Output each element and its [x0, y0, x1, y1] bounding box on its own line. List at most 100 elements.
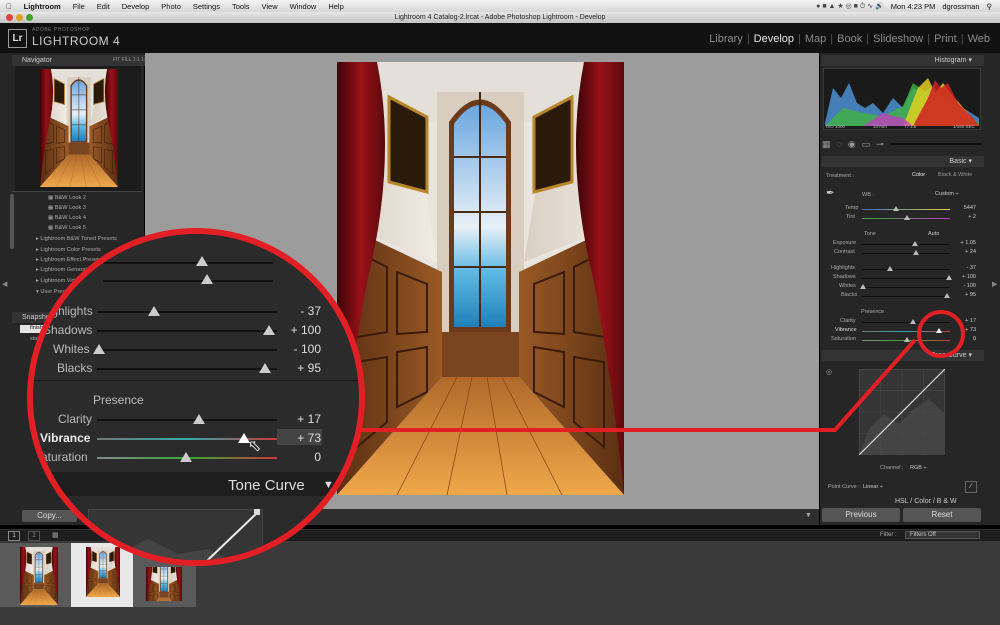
preset-folder[interactable]: ▸ Lightroom Effect Presets [36, 257, 102, 263]
channel-select[interactable]: RGB ÷ [910, 465, 926, 471]
grid-view-icon[interactable]: ▦ [52, 531, 59, 539]
filmstrip-thumb-3[interactable] [146, 567, 182, 601]
wb-select[interactable]: Custom ÷ [935, 191, 959, 197]
histogram-header[interactable]: Histogram ▾ [822, 55, 984, 66]
copy-button[interactable]: Copy... [22, 510, 77, 522]
menu-develop[interactable]: Develop [116, 2, 156, 11]
menu-edit[interactable]: Edit [91, 2, 116, 11]
saturation-value[interactable]: 0 [973, 336, 976, 342]
preset-folder[interactable]: ▸ Lightroom Color Presets [36, 247, 101, 253]
menu-window[interactable]: Window [284, 2, 323, 11]
spot-removal-icon[interactable]: ◌ [837, 139, 842, 149]
filter-select[interactable]: Filters Off [905, 531, 980, 539]
exposure-value[interactable]: + 1.05 [961, 240, 976, 246]
user-name[interactable]: dgrossman [942, 2, 979, 11]
red-eye-icon[interactable]: ◉ [848, 139, 856, 150]
highlights-slider-thumb[interactable] [887, 266, 893, 271]
page1-button[interactable]: 1 [8, 531, 20, 541]
treatment-color[interactable]: Color [912, 172, 925, 178]
module-develop[interactable]: Develop [750, 33, 798, 45]
module-print[interactable]: Print [930, 33, 961, 45]
nav-fit[interactable]: FIT [113, 57, 120, 63]
basic-header[interactable]: Basic ▾ [822, 156, 984, 167]
apple-menu-icon[interactable]:  [0, 2, 18, 11]
preset-folder[interactable]: ▸ Lightroom B&W Toned Presets [36, 236, 117, 242]
page2-button[interactable]: 2 [28, 531, 40, 541]
module-slideshow[interactable]: Slideshow [869, 33, 927, 45]
clarity-value[interactable]: + 17 [965, 318, 976, 324]
main-photo[interactable] [337, 62, 624, 495]
tint-value[interactable]: + 2 [968, 214, 976, 220]
whites-slider-thumb[interactable] [860, 284, 866, 289]
search-icon[interactable]: ⚲ [987, 2, 993, 11]
blacks-slider-track[interactable] [862, 296, 950, 297]
module-book[interactable]: Book [833, 33, 866, 45]
shadows-value[interactable]: + 100 [962, 274, 976, 280]
zoom-window-icon[interactable] [26, 14, 33, 21]
targeted-adjustment-icon[interactable]: ◎ [826, 368, 832, 376]
reset-button[interactable]: Reset [903, 508, 981, 522]
preset-item[interactable]: ▦ B&W Look 2 [48, 195, 86, 201]
module-library[interactable]: Library [705, 33, 747, 45]
clarity-slider-thumb[interactable] [910, 319, 916, 324]
point-curve-select[interactable]: Linear ÷ [863, 484, 883, 490]
graduated-filter-icon[interactable]: ▭ [862, 139, 871, 150]
contrast-slider-track[interactable] [862, 253, 950, 254]
right-panel-collapse-icon[interactable]: ▶ [992, 280, 997, 288]
temp-slider-track[interactable] [862, 209, 950, 210]
whites-slider-track[interactable] [862, 287, 950, 288]
filmstrip-thumb-1[interactable] [20, 547, 58, 605]
white-balance-eyedropper-icon[interactable]: ✒ [826, 188, 834, 199]
menu-app-lightroom[interactable]: Lightroom [18, 2, 67, 11]
temp-slider-thumb[interactable] [893, 206, 899, 211]
blacks-value[interactable]: + 95 [965, 292, 976, 298]
module-web[interactable]: Web [964, 33, 994, 45]
clock[interactable]: Mon 4:23 PM [891, 2, 936, 11]
minimize-window-icon[interactable] [16, 14, 23, 21]
brush-size-track[interactable] [889, 143, 982, 145]
crop-tool-icon[interactable]: ▦ [822, 139, 831, 150]
blacks-slider-thumb[interactable] [944, 293, 950, 298]
vibrance-slider-thumb[interactable] [936, 328, 942, 333]
exposure-slider-track[interactable] [862, 244, 950, 245]
close-window-icon[interactable] [6, 14, 13, 21]
menu-help[interactable]: Help [322, 2, 349, 11]
menu-photo[interactable]: Photo [155, 2, 187, 11]
adjustment-brush-icon[interactable]: ⊸ [876, 139, 884, 150]
tone-curve-graph[interactable] [859, 369, 945, 455]
highlights-slider-track[interactable] [862, 269, 950, 270]
tint-slider-thumb[interactable] [904, 215, 910, 220]
status-icons[interactable]: ● ■ ▲ ★ ◎ ■ ⏱ ∿ 🔊 [816, 2, 884, 11]
highlights-value[interactable]: - 37 [967, 265, 976, 271]
curve-edit-icon[interactable]: ⁄ [965, 481, 977, 493]
nav-1to1[interactable]: 1:1 [133, 57, 140, 63]
tone-curve-header[interactable]: Tone Curve ▾ [822, 350, 984, 361]
left-panel-collapse-icon[interactable]: ◀ [2, 280, 7, 289]
navigator-header[interactable]: Navigator FIT FILL 1:1 1:8 [12, 55, 152, 66]
exposure-slider-thumb[interactable] [912, 241, 918, 246]
treatment-bw[interactable]: Black & White [938, 172, 972, 178]
saturation-slider-thumb[interactable] [904, 337, 910, 342]
toolbar-menu-icon[interactable]: ▼ [805, 512, 812, 519]
presets-scrollbar[interactable] [10, 194, 14, 249]
menu-view[interactable]: View [256, 2, 284, 11]
temp-value[interactable]: 5447 [964, 205, 976, 211]
nav-fill[interactable]: FILL [121, 57, 131, 63]
menu-tools[interactable]: Tools [226, 2, 256, 11]
preset-item[interactable]: ▦ B&W Look 3 [48, 205, 86, 211]
contrast-slider-thumb[interactable] [913, 250, 919, 255]
shadows-slider-track[interactable] [862, 278, 950, 279]
clarity-slider-track[interactable] [862, 322, 950, 323]
vibrance-value[interactable]: + 73 [965, 327, 976, 333]
preset-item[interactable]: ▦ B&W Look 5 [48, 225, 86, 231]
navigator-thumbnail[interactable] [40, 69, 118, 187]
auto-tone-button[interactable]: Auto [928, 231, 939, 237]
preset-item[interactable]: ▦ B&W Look 4 [48, 215, 86, 221]
shadows-slider-thumb[interactable] [946, 275, 952, 280]
whites-value[interactable]: - 100 [963, 283, 976, 289]
hsl-header[interactable]: HSL / Color / B & W [895, 498, 957, 505]
module-map[interactable]: Map [801, 33, 830, 45]
contrast-value[interactable]: + 24 [965, 249, 976, 255]
previous-button[interactable]: Previous [822, 508, 900, 522]
menu-settings[interactable]: Settings [187, 2, 226, 11]
